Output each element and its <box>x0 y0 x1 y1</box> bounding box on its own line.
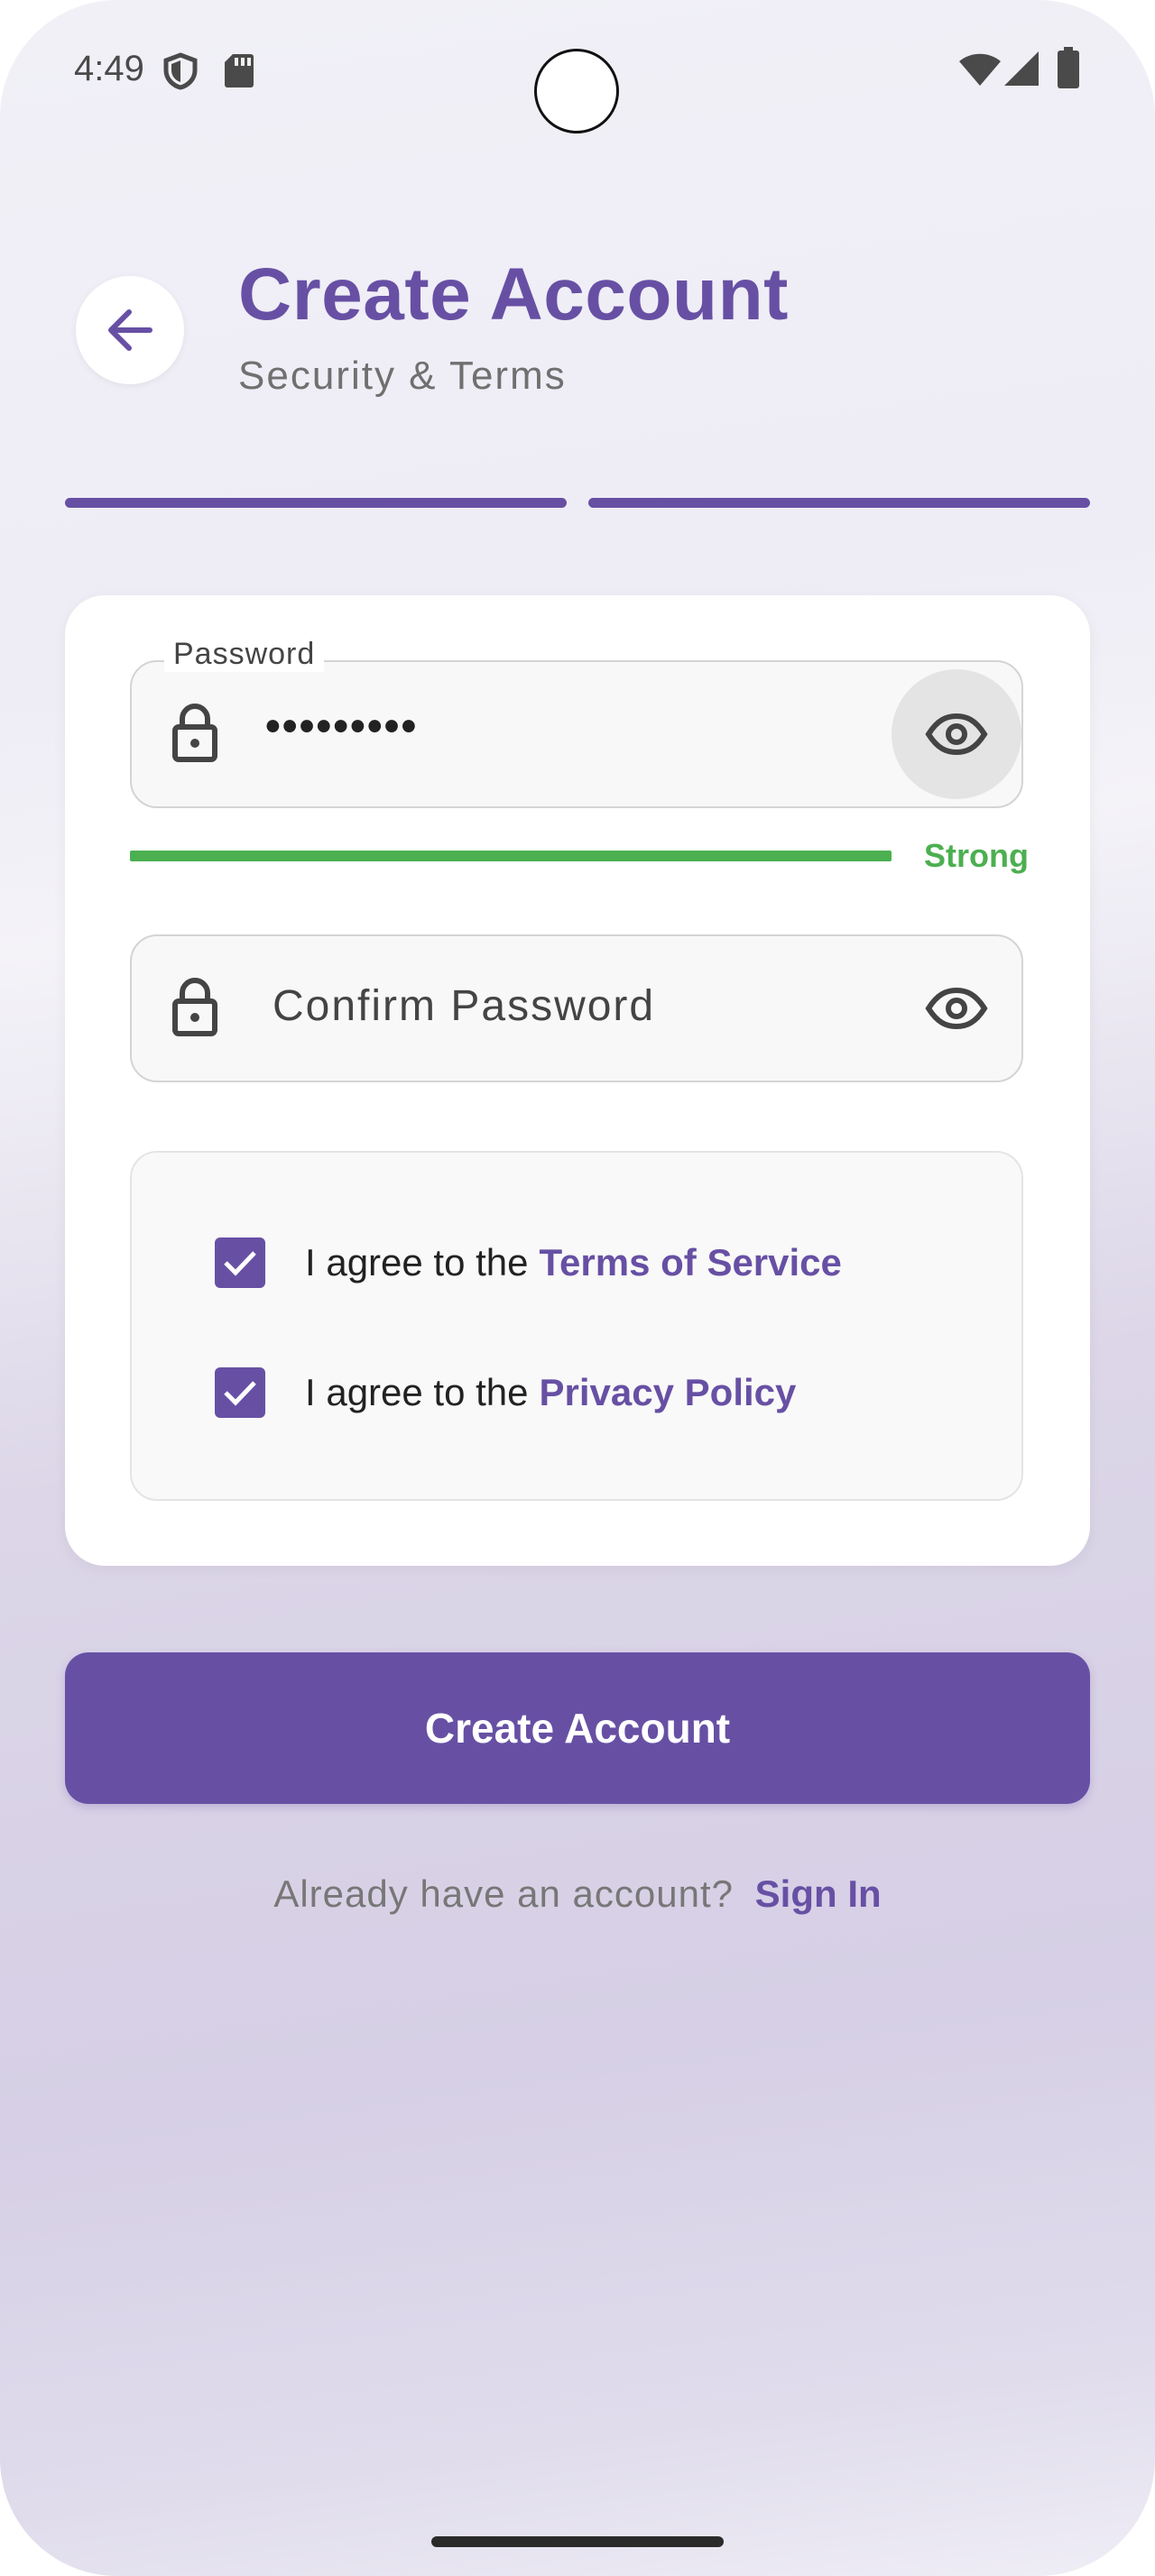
password-input[interactable]: ••••••••• <box>265 702 418 751</box>
shield-icon <box>163 52 198 90</box>
privacy-policy-link[interactable]: Privacy Policy <box>540 1371 797 1414</box>
password-visibility-toggle[interactable] <box>892 669 1021 799</box>
front-camera <box>534 49 619 133</box>
form-card: Password ••••••••• Strong Confirm Passwo… <box>65 595 1090 1566</box>
privacy-checkbox[interactable] <box>215 1367 265 1418</box>
create-account-label: Create Account <box>424 1705 731 1752</box>
password-strength-label: Strong <box>924 837 1029 874</box>
signin-link[interactable]: Sign In <box>755 1872 882 1915</box>
wifi-icon <box>959 53 1001 86</box>
password-label: Password <box>164 637 325 672</box>
agreements-box: I agree to the Terms of Service I agree … <box>130 1151 1023 1501</box>
sd-card-icon <box>225 54 254 87</box>
privacy-agreement-row[interactable]: I agree to the Privacy Policy <box>215 1367 796 1418</box>
create-account-button[interactable]: Create Account <box>65 1652 1090 1804</box>
page-subtitle: Security & Terms <box>238 354 567 398</box>
eye-icon <box>925 988 988 1029</box>
terms-agreement-text: I agree to the <box>305 1241 529 1283</box>
terms-checkbox[interactable] <box>215 1237 265 1288</box>
home-indicator[interactable] <box>431 2536 724 2547</box>
confirm-visibility-toggle[interactable] <box>892 943 1021 1073</box>
progress-step-1 <box>65 498 567 508</box>
check-icon <box>224 1251 256 1276</box>
app-screen: 4:49 Create Account Security & Terms Pas… <box>0 0 1155 2576</box>
lock-icon <box>172 704 217 762</box>
confirm-password-field[interactable]: Confirm Password <box>130 934 1023 1082</box>
check-icon <box>224 1381 256 1406</box>
status-time: 4:49 <box>74 49 144 88</box>
terms-of-service-link[interactable]: Terms of Service <box>540 1241 842 1284</box>
page-title: Create Account <box>238 253 789 336</box>
eye-icon <box>925 713 988 755</box>
battery-icon <box>1058 47 1079 88</box>
terms-agreement-row[interactable]: I agree to the Terms of Service <box>215 1237 842 1288</box>
confirm-password-placeholder: Confirm Password <box>273 982 656 1030</box>
password-strength-bar <box>130 851 892 861</box>
privacy-agreement-text: I agree to the <box>305 1371 529 1413</box>
signin-row: Already have an account? Sign In <box>0 1872 1155 1916</box>
lock-icon <box>172 978 217 1036</box>
back-button[interactable] <box>76 276 184 384</box>
signin-prompt: Already have an account? <box>273 1872 734 1915</box>
password-field[interactable]: Password ••••••••• <box>130 637 1023 808</box>
arrow-back-icon <box>108 309 152 351</box>
signal-icon <box>1004 51 1039 86</box>
progress-step-2 <box>588 498 1090 508</box>
